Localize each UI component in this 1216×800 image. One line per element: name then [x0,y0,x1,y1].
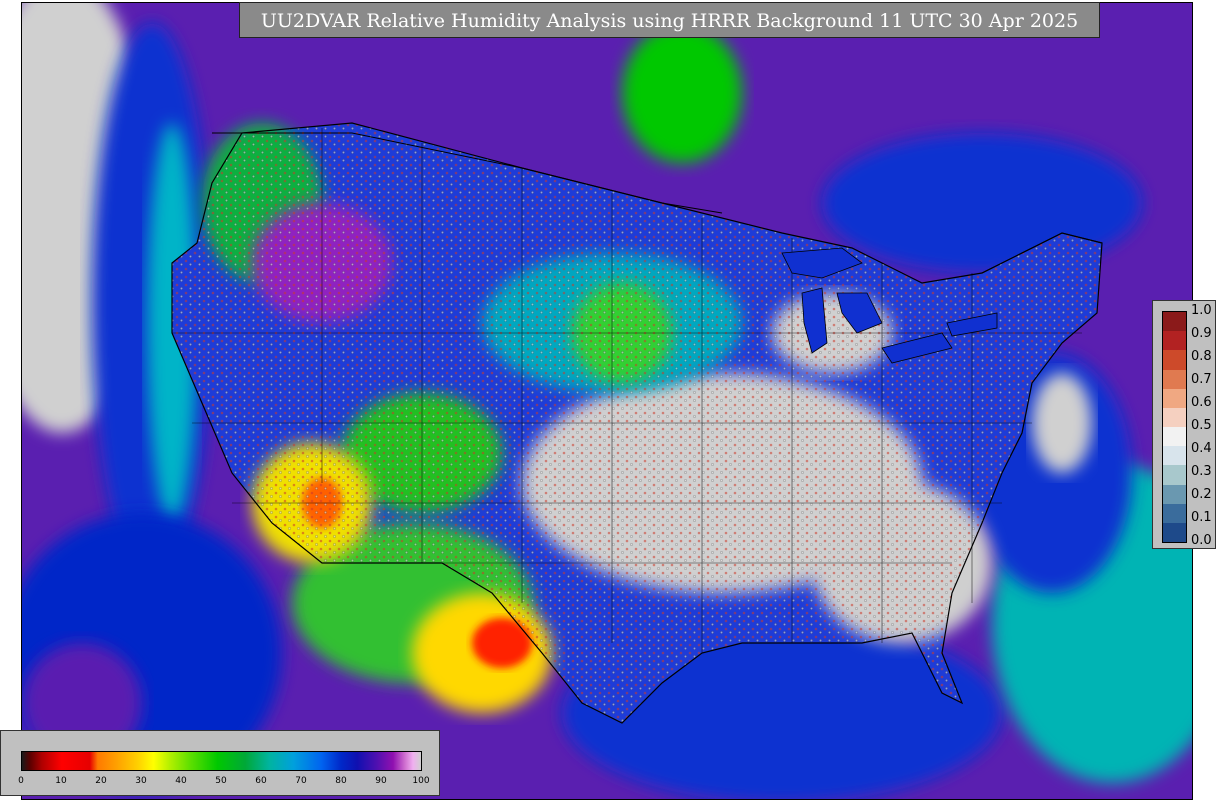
residual-tick-label: 0.3 [1191,464,1212,479]
rh-legend: 0 10 20 30 40 50 60 70 80 90 100 [0,730,440,796]
residual-tick-label: 0.7 [1191,372,1212,387]
residual-color-block [1163,388,1186,409]
rh-analysis-map [22,3,1192,799]
rh-tick-label: 50 [215,776,227,786]
rh-tick-label: 40 [175,776,187,786]
residual-color-block [1163,407,1186,428]
residual-tick-label: 0.6 [1191,395,1212,410]
residual-colorbar [1162,311,1187,543]
rh-tick-label: 30 [135,776,147,786]
canada-green [622,23,742,163]
residual-tick-label: 1.0 [1191,303,1212,318]
residual-tick-label: 0.1 [1191,510,1212,525]
rh-tick-label: 80 [335,776,347,786]
residual-color-block [1163,503,1186,524]
residual-tick-label: 0.0 [1191,533,1212,548]
residual-color-block [1163,465,1186,485]
rh-tick-label: 20 [95,776,107,786]
residual-color-block [1163,350,1186,370]
residual-color-block [1163,369,1186,390]
rh-tick-label: 70 [295,776,307,786]
rh-tick-label: 10 [55,776,67,786]
atlantic-gray [1032,373,1092,473]
residual-color-block [1163,522,1186,543]
rh-tick-label: 90 [375,776,387,786]
residual-legend: 1.0 0.9 0.8 0.7 0.6 0.5 0.4 0.3 0.2 0.1 0.0 [1152,300,1216,549]
residual-tick-label: 0.8 [1191,349,1212,364]
rh-tick-label: 60 [255,776,267,786]
residual-tick-label: 0.2 [1191,487,1212,502]
residual-color-block [1163,484,1186,505]
residual-tick-label: 0.9 [1191,326,1212,341]
residual-tick-label: 0.5 [1191,418,1212,433]
residual-color-block [1163,331,1186,351]
residual-tick-label: 0.4 [1191,441,1212,456]
residual-color-block [1163,312,1186,332]
rh-tick-label: 0 [18,776,24,786]
map-title: UU2DVAR Relative Humidity Analysis using… [239,2,1100,38]
residual-color-block [1163,446,1186,466]
rh-tick-label: 100 [412,776,430,786]
map-panel [21,2,1193,800]
rh-colorbar [21,751,422,771]
residual-color-block [1163,427,1186,447]
